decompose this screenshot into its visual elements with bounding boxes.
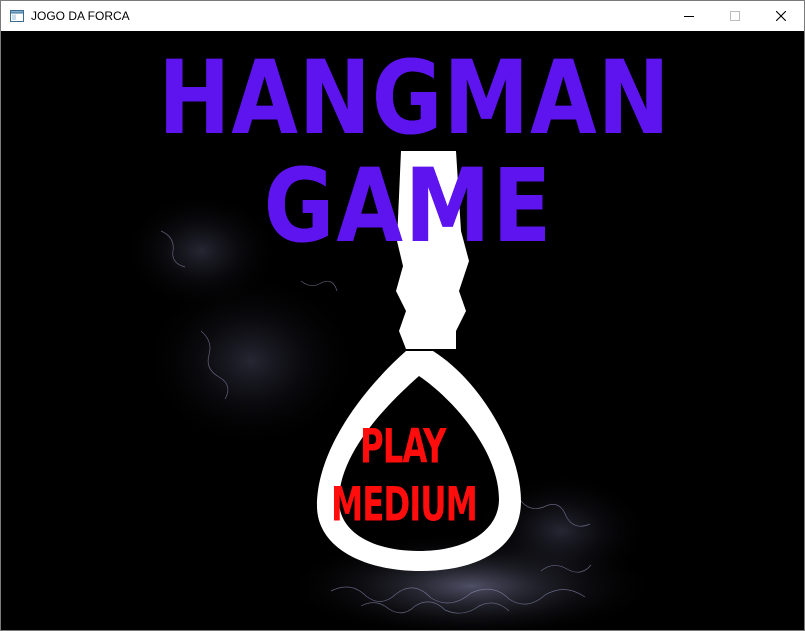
difficulty-button[interactable]: MEDIUM (331, 479, 478, 532)
app-icon (10, 10, 24, 22)
game-title-line-2: GAME (263, 148, 554, 266)
maximize-button[interactable] (712, 1, 758, 31)
play-button[interactable]: PLAY (360, 421, 446, 474)
window-title: JOGO DA FORCA (31, 9, 130, 23)
minimize-button[interactable] (666, 1, 712, 31)
game-canvas[interactable]: HANGMAN GAME PLAY MEDIUM (1, 31, 804, 630)
game-title-line-1: HANGMAN (158, 40, 671, 159)
minimize-icon (684, 16, 694, 17)
title-bar[interactable]: JOGO DA FORCA (1, 1, 804, 31)
maximize-icon (730, 11, 740, 21)
close-icon (776, 11, 786, 21)
close-button[interactable] (758, 1, 804, 31)
game-window: JOGO DA FORCA HANGMAN GAME PLAY MEDIUM (0, 0, 805, 631)
